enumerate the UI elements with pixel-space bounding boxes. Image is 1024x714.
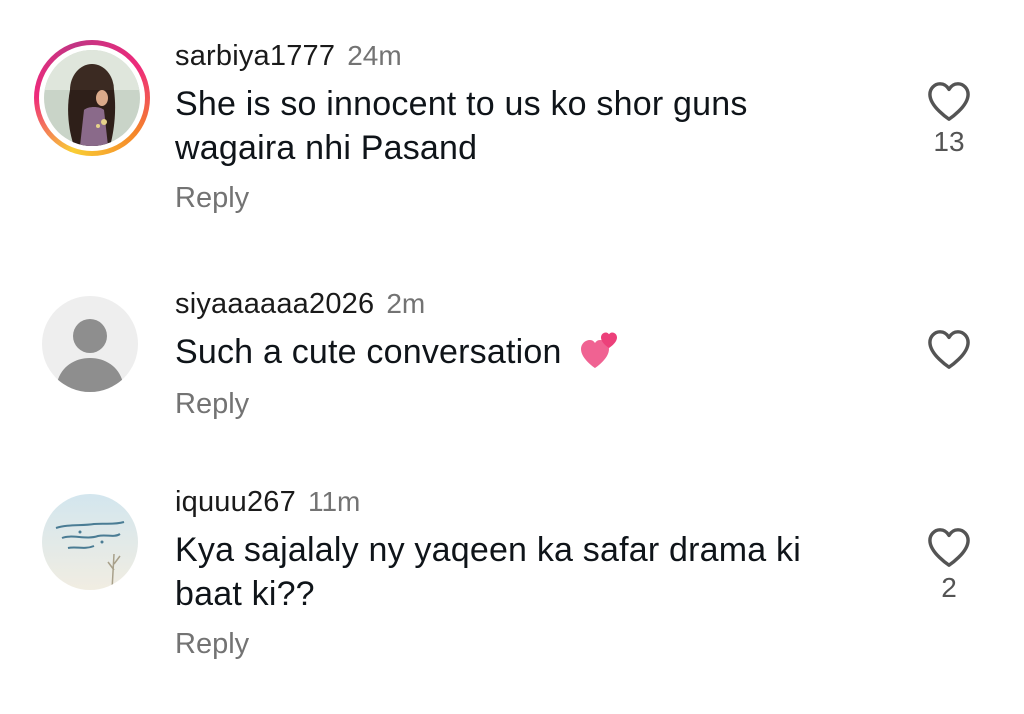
default-avatar-icon [42, 296, 138, 392]
heart-icon[interactable] [926, 80, 972, 122]
comment-username[interactable]: sarbiya1777 [175, 40, 335, 73]
two-hearts-icon [581, 332, 618, 369]
like-count: 2 [941, 572, 957, 603]
comment-timestamp: 24m [347, 40, 402, 71]
like-count: 13 [933, 126, 965, 157]
calligraphy-avatar-image [42, 494, 138, 590]
reply-button[interactable]: Reply [175, 182, 895, 215]
reply-button[interactable]: Reply [175, 628, 895, 661]
comment-timestamp: 2m [386, 288, 426, 319]
heart-icon[interactable] [926, 526, 972, 568]
avatar-photo [44, 50, 140, 146]
comment-text: She is so innocent to us ko shor guns wa… [175, 85, 748, 167]
avatar[interactable] [34, 288, 150, 404]
comment-text-row: Such a cute conversation [175, 330, 895, 376]
avatar[interactable] [34, 486, 150, 602]
comment-timestamp: 11m [307, 486, 361, 517]
comment-username[interactable]: iquuu267 [175, 486, 296, 519]
comment-text: Such a cute conversation [175, 333, 562, 371]
comment-username[interactable]: siyaaaaaa2026 [175, 288, 374, 321]
reply-button[interactable]: Reply [175, 388, 895, 421]
heart-icon[interactable] [926, 328, 972, 370]
comment-text: Kya sajalaly ny yaqeen ka safar drama ki… [175, 531, 801, 613]
avatar[interactable] [34, 40, 150, 156]
